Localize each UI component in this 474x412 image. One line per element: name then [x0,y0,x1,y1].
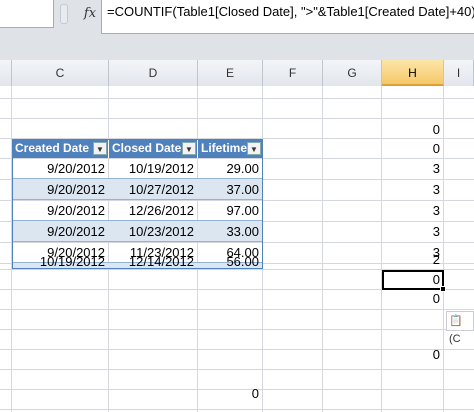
formula-input[interactable]: =COUNTIF(Table1[Closed Date], ">"&Table1… [101,0,474,34]
column-header-e[interactable]: E [198,60,263,86]
grid-line [0,329,474,330]
paste-options-button[interactable]: 📋 (C [446,311,474,345]
cell-h[interactable]: 0 [382,289,444,309]
cell-h[interactable]: 3 [382,222,444,242]
insert-function-icon[interactable]: fx [80,4,100,24]
grid-line [0,369,474,370]
column-header-h[interactable]: H [382,60,444,86]
clipboard-icon: 📋 [449,315,463,327]
column-header-g[interactable]: G [323,60,382,86]
grid-line [322,86,323,412]
column-header-c[interactable]: C [12,60,109,86]
toolbar-gap [0,34,474,60]
cell-e[interactable]: 0 [198,384,263,404]
column-header-f[interactable]: F [263,60,323,86]
formula-bar-splitter[interactable] [60,4,68,24]
cell-h[interactable]: 3 [382,180,444,200]
fill-handle[interactable] [440,286,446,292]
grid-line [0,118,474,119]
paste-options-label: (C [449,333,461,345]
cell-h[interactable]: 0 [382,345,444,365]
grid-line [0,309,474,310]
name-box[interactable] [0,0,54,28]
cell-h[interactable]: 2 [382,250,444,270]
grid-line [0,98,474,99]
cell-h[interactable]: 3 [382,159,444,179]
cell-h[interactable]: 0 [382,139,444,159]
cell-h[interactable]: 3 [382,201,444,221]
table-border [12,139,263,269]
column-header-d[interactable]: D [109,60,198,86]
grid-line [0,409,474,410]
select-all-corner[interactable] [0,60,12,86]
cell-h[interactable]: 0 [382,120,444,140]
active-cell-selection[interactable] [382,270,444,290]
column-header-i[interactable]: I [444,60,474,86]
